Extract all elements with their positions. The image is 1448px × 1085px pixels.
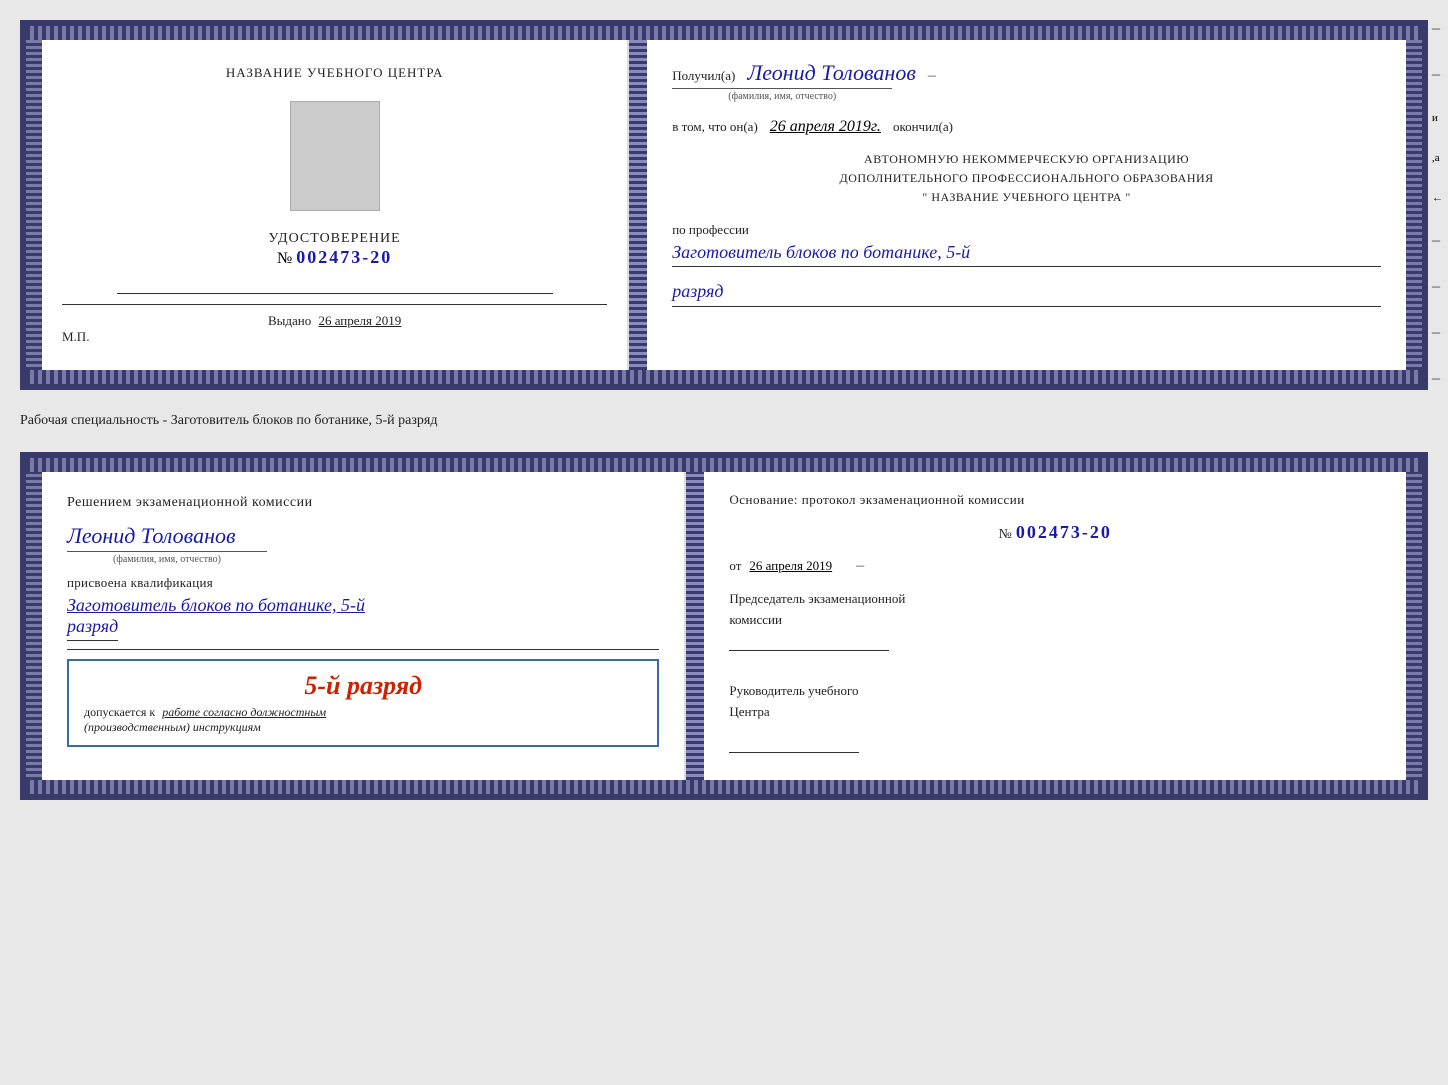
date-value: 26 апреля 2019г. — [770, 118, 881, 135]
chairman-block: Председатель экзаменационной комиссии — [729, 589, 1381, 657]
basis-section: Основание: протокол экзаменационной коми… — [729, 492, 1381, 508]
udost-number: 002473-20 — [296, 247, 392, 267]
basis-text: Основание: протокол экзаменационной коми… — [729, 492, 1381, 508]
profession-name: Заготовитель блоков по ботанике, 5-й — [672, 242, 1381, 267]
decision-section: Решением экзаменационной комиссии — [67, 492, 659, 513]
razryad-section: разряд — [672, 281, 1381, 307]
fio-label-1: (фамилия, имя, отчество) — [672, 88, 892, 102]
i-mark-2: и — [1432, 112, 1443, 124]
допускается-text: работе согласно должностным — [162, 705, 326, 719]
director-line1: Руководитель учебного — [729, 681, 1381, 702]
right-side-decoration-2 — [1406, 472, 1422, 780]
issued-date: 26 апреля 2019 — [318, 313, 401, 328]
org-block: АВТОНОМНУЮ НЕКОММЕРЧЕСКУЮ ОРГАНИЗАЦИЮ ДО… — [672, 150, 1381, 208]
dash-r5: – — [1432, 324, 1443, 342]
chairman-line2: комиссии — [729, 610, 1381, 631]
number-prefix: № — [277, 250, 292, 267]
org-line1: АВТОНОМНУЮ НЕКОММЕРЧЕСКУЮ ОРГАНИЗАЦИЮ — [672, 150, 1381, 169]
bottom-decoration — [26, 370, 1422, 384]
protocol-number-section: № 002473-20 — [729, 522, 1381, 543]
dash-r1: – — [1432, 20, 1443, 38]
qual-right-panel: Основание: протокол экзаменационной коми… — [704, 472, 1406, 780]
photo-placeholder — [290, 101, 380, 211]
left-side-decoration-2 — [26, 472, 42, 780]
cert-left-panel: НАЗВАНИЕ УЧЕБНОГО ЦЕНТРА УДОСТОВЕРЕНИЕ №… — [42, 40, 629, 370]
recipient-section: Получил(а) Леонид Толованов – (фамилия, … — [672, 60, 1381, 104]
fio-label-2: (фамилия, имя, отчество) — [67, 551, 267, 565]
right-marks-2: – – и ,а ← – – – – — [1432, 20, 1443, 388]
protocol-date: 26 апреля 2019 — [749, 558, 832, 573]
specialty-label: Рабочая специальность - Заготовитель бло… — [20, 408, 1428, 434]
dash-r6: – — [1432, 370, 1443, 388]
director-line2: Центра — [729, 702, 1381, 723]
received-prefix: Получил(а) — [672, 68, 735, 83]
profession-label: по профессии — [672, 222, 1381, 238]
issued-label: Выдано — [268, 313, 311, 328]
top-decoration-2 — [26, 458, 1422, 472]
document-container: НАЗВАНИЕ УЧЕБНОГО ЦЕНТРА УДОСТОВЕРЕНИЕ №… — [20, 20, 1428, 800]
protocol-number: 002473-20 — [1016, 522, 1112, 542]
recipient-name: Леонид Толованов — [747, 60, 916, 85]
mp-label: М.П. — [62, 329, 89, 345]
training-center-title: НАЗВАНИЕ УЧЕБНОГО ЦЕНТРА — [226, 65, 443, 81]
razryad-text: разряд — [672, 281, 723, 301]
qual-razryad-section: разряд — [67, 616, 659, 641]
person-name-section: Леонид Толованов (фамилия, имя, отчество… — [67, 523, 659, 567]
qualification-card: Решением экзаменационной комиссии Леонид… — [20, 452, 1428, 800]
issued-line: Выдано 26 апреля 2019 — [62, 304, 607, 329]
rank-display: 5-й разряд — [84, 671, 642, 701]
qual-profession-section: Заготовитель блоков по ботанике, 5-й — [67, 595, 659, 616]
top-decoration — [26, 26, 1422, 40]
card-body-2: Решением экзаменационной комиссии Леонид… — [26, 472, 1422, 780]
number-prefix-2: № — [999, 527, 1012, 542]
cert-spine-2 — [686, 472, 704, 780]
qual-razryad: разряд — [67, 616, 118, 641]
finished-label: окончил(а) — [893, 119, 953, 134]
left-side-decoration — [26, 40, 42, 370]
director-block: Руководитель учебного Центра — [729, 681, 1381, 759]
udost-block: УДОСТОВЕРЕНИЕ № 002473-20 — [269, 231, 401, 268]
допускается-prefix: допускается к — [84, 705, 155, 719]
cert-spine — [629, 40, 647, 370]
assigned-qual-label: присвоена квалификация — [67, 575, 659, 591]
udost-number-line: № 002473-20 — [269, 247, 401, 268]
bottom-decoration-2 — [26, 780, 1422, 794]
protocol-date-section: от 26 апреля 2019 – — [729, 557, 1381, 575]
dash-r4: – — [1432, 278, 1443, 296]
chairman-line1: Председатель экзаменационной — [729, 589, 1381, 610]
dash-protocol: – — [856, 557, 864, 574]
udost-title: УДОСТОВЕРЕНИЕ — [269, 231, 401, 247]
person-name: Леонид Толованов — [67, 523, 659, 549]
dash-r3: – — [1432, 232, 1443, 250]
qual-left-panel: Решением экзаменационной комиссии Леонид… — [42, 472, 686, 780]
rank-highlight-box: 5-й разряд допускается к работе согласно… — [67, 659, 659, 747]
dash-r2: – — [1432, 66, 1443, 84]
допускается-section: допускается к работе согласно должностны… — [84, 705, 642, 735]
chairman-signature-line — [729, 631, 889, 651]
card-body: НАЗВАНИЕ УЧЕБНОГО ЦЕНТРА УДОСТОВЕРЕНИЕ №… — [26, 40, 1422, 370]
profession-section: по профессии Заготовитель блоков по бота… — [672, 222, 1381, 267]
cert-right-panel: Получил(а) Леонид Толованов – (фамилия, … — [647, 40, 1406, 370]
org-line3: " НАЗВАНИЕ УЧЕБНОГО ЦЕНТРА " — [672, 188, 1381, 207]
arrow-mark-2: ← — [1432, 192, 1443, 204]
qual-profession: Заготовитель блоков по ботанике, 5-й — [67, 595, 659, 616]
инструкциям-text: (производственным) инструкциям — [84, 720, 261, 734]
date-section: в том, что он(а) 26 апреля 2019г. окончи… — [672, 118, 1381, 136]
date-prefix-2: от — [729, 558, 741, 573]
certificate-card: НАЗВАНИЕ УЧЕБНОГО ЦЕНТРА УДОСТОВЕРЕНИЕ №… — [20, 20, 1428, 390]
right-side-decoration — [1406, 40, 1422, 370]
date-prefix: в том, что он(а) — [672, 119, 758, 134]
a-mark-2: ,а — [1432, 152, 1443, 164]
org-line2: ДОПОЛНИТЕЛЬНОГО ПРОФЕССИОНАЛЬНОГО ОБРАЗО… — [672, 169, 1381, 188]
director-signature-line — [729, 733, 859, 753]
decision-text: Решением экзаменационной комиссии — [67, 492, 659, 513]
